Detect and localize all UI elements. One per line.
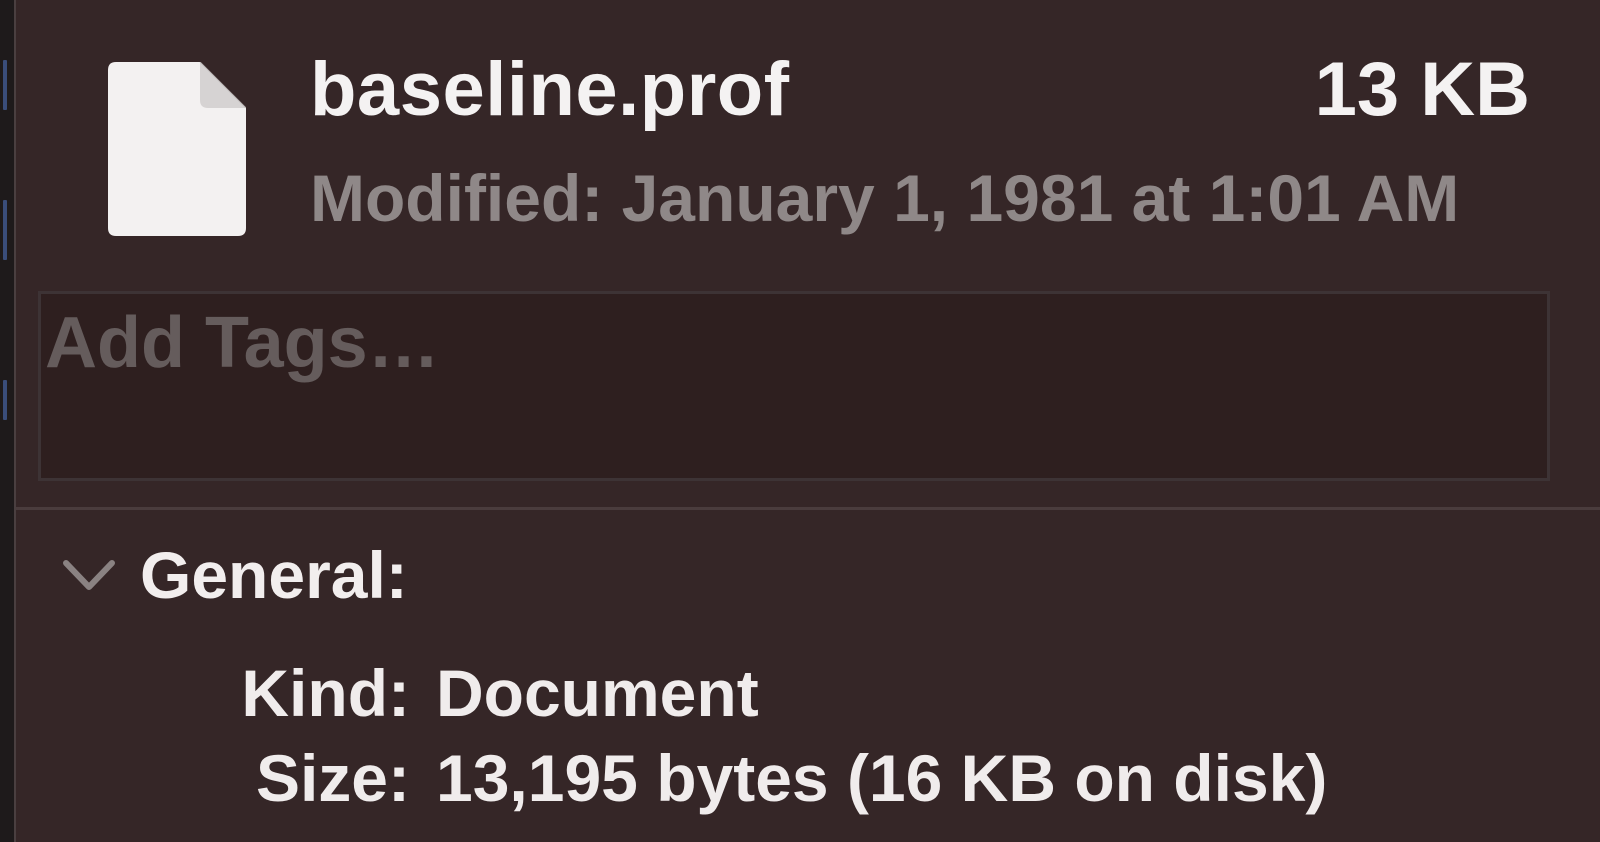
window-edge-marker (3, 200, 7, 260)
window-edge-marker (3, 60, 7, 110)
general-section-title: General: (140, 538, 408, 612)
kind-label: Kind: (241, 656, 410, 730)
file-name: baseline.prof (310, 47, 790, 132)
window-edge-marker (3, 380, 7, 420)
file-size: 13 KB (1314, 47, 1530, 132)
section-divider (16, 507, 1600, 510)
info-row-size: Size: 13,195 bytes (16 KB on disk) (0, 740, 1600, 820)
general-section-toggle[interactable]: General: (60, 530, 408, 620)
file-header: baseline.prof 13 KB Modified: January 1,… (16, 0, 1600, 270)
info-row-kind: Kind: Document (0, 655, 1600, 735)
kind-value: Document (436, 656, 759, 730)
modified-date: Modified: January 1, 1981 at 1:01 AM (310, 161, 1460, 235)
size-label: Size: (255, 741, 410, 815)
size-value: 13,195 bytes (16 KB on disk) (436, 741, 1328, 815)
add-tags-input[interactable] (38, 291, 1550, 481)
document-icon (108, 62, 246, 236)
chevron-down-icon (63, 560, 115, 590)
